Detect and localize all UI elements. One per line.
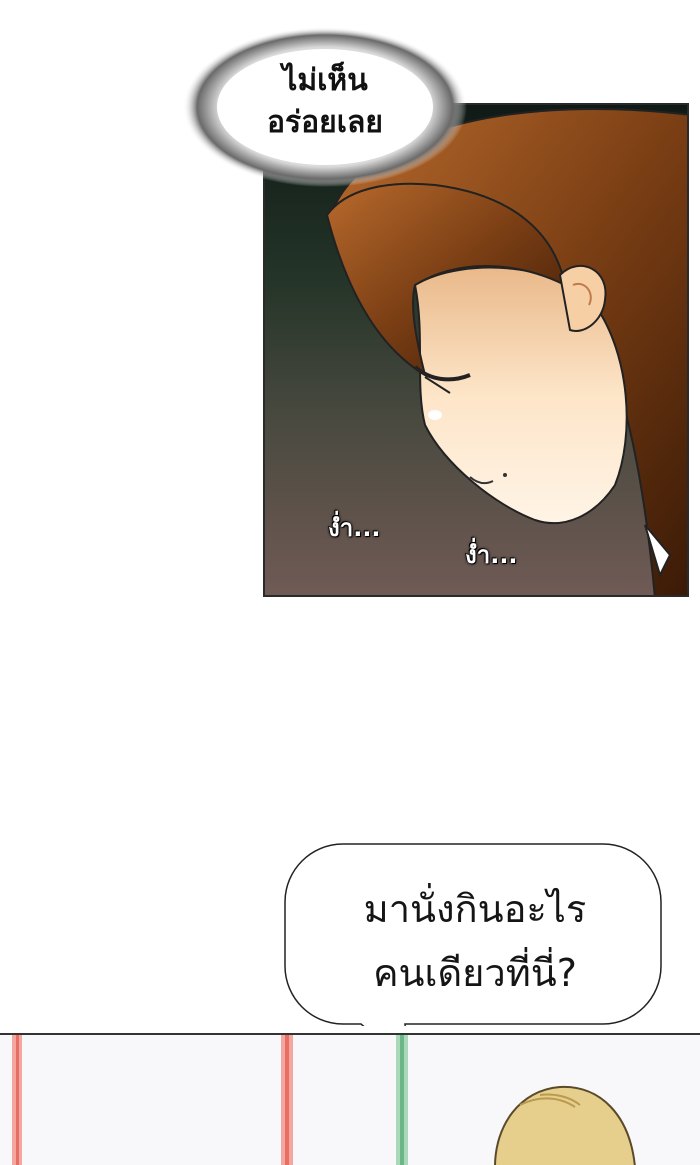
thought-line-2: อร่อยเลย xyxy=(267,105,383,140)
cafe-background xyxy=(12,1035,636,1165)
thought-text: ไม่เห็น อร่อยเลย xyxy=(200,60,450,144)
sfx-chewing-2: ง่ำ... xyxy=(465,541,518,569)
thought-line-1: ไม่เห็น xyxy=(282,63,368,98)
comic-panel-cafe xyxy=(0,1033,700,1165)
speech-line-1: มานั่งกินอะไร xyxy=(363,887,587,931)
sfx-chewing-1: ง่ำ... xyxy=(328,514,381,542)
blonde-head xyxy=(494,1085,636,1165)
speech-line-2: คนเดียวที่นี่? xyxy=(373,951,577,995)
speech-text: มานั่งกินอะไร คนเดียวที่นี่? xyxy=(305,877,645,1005)
